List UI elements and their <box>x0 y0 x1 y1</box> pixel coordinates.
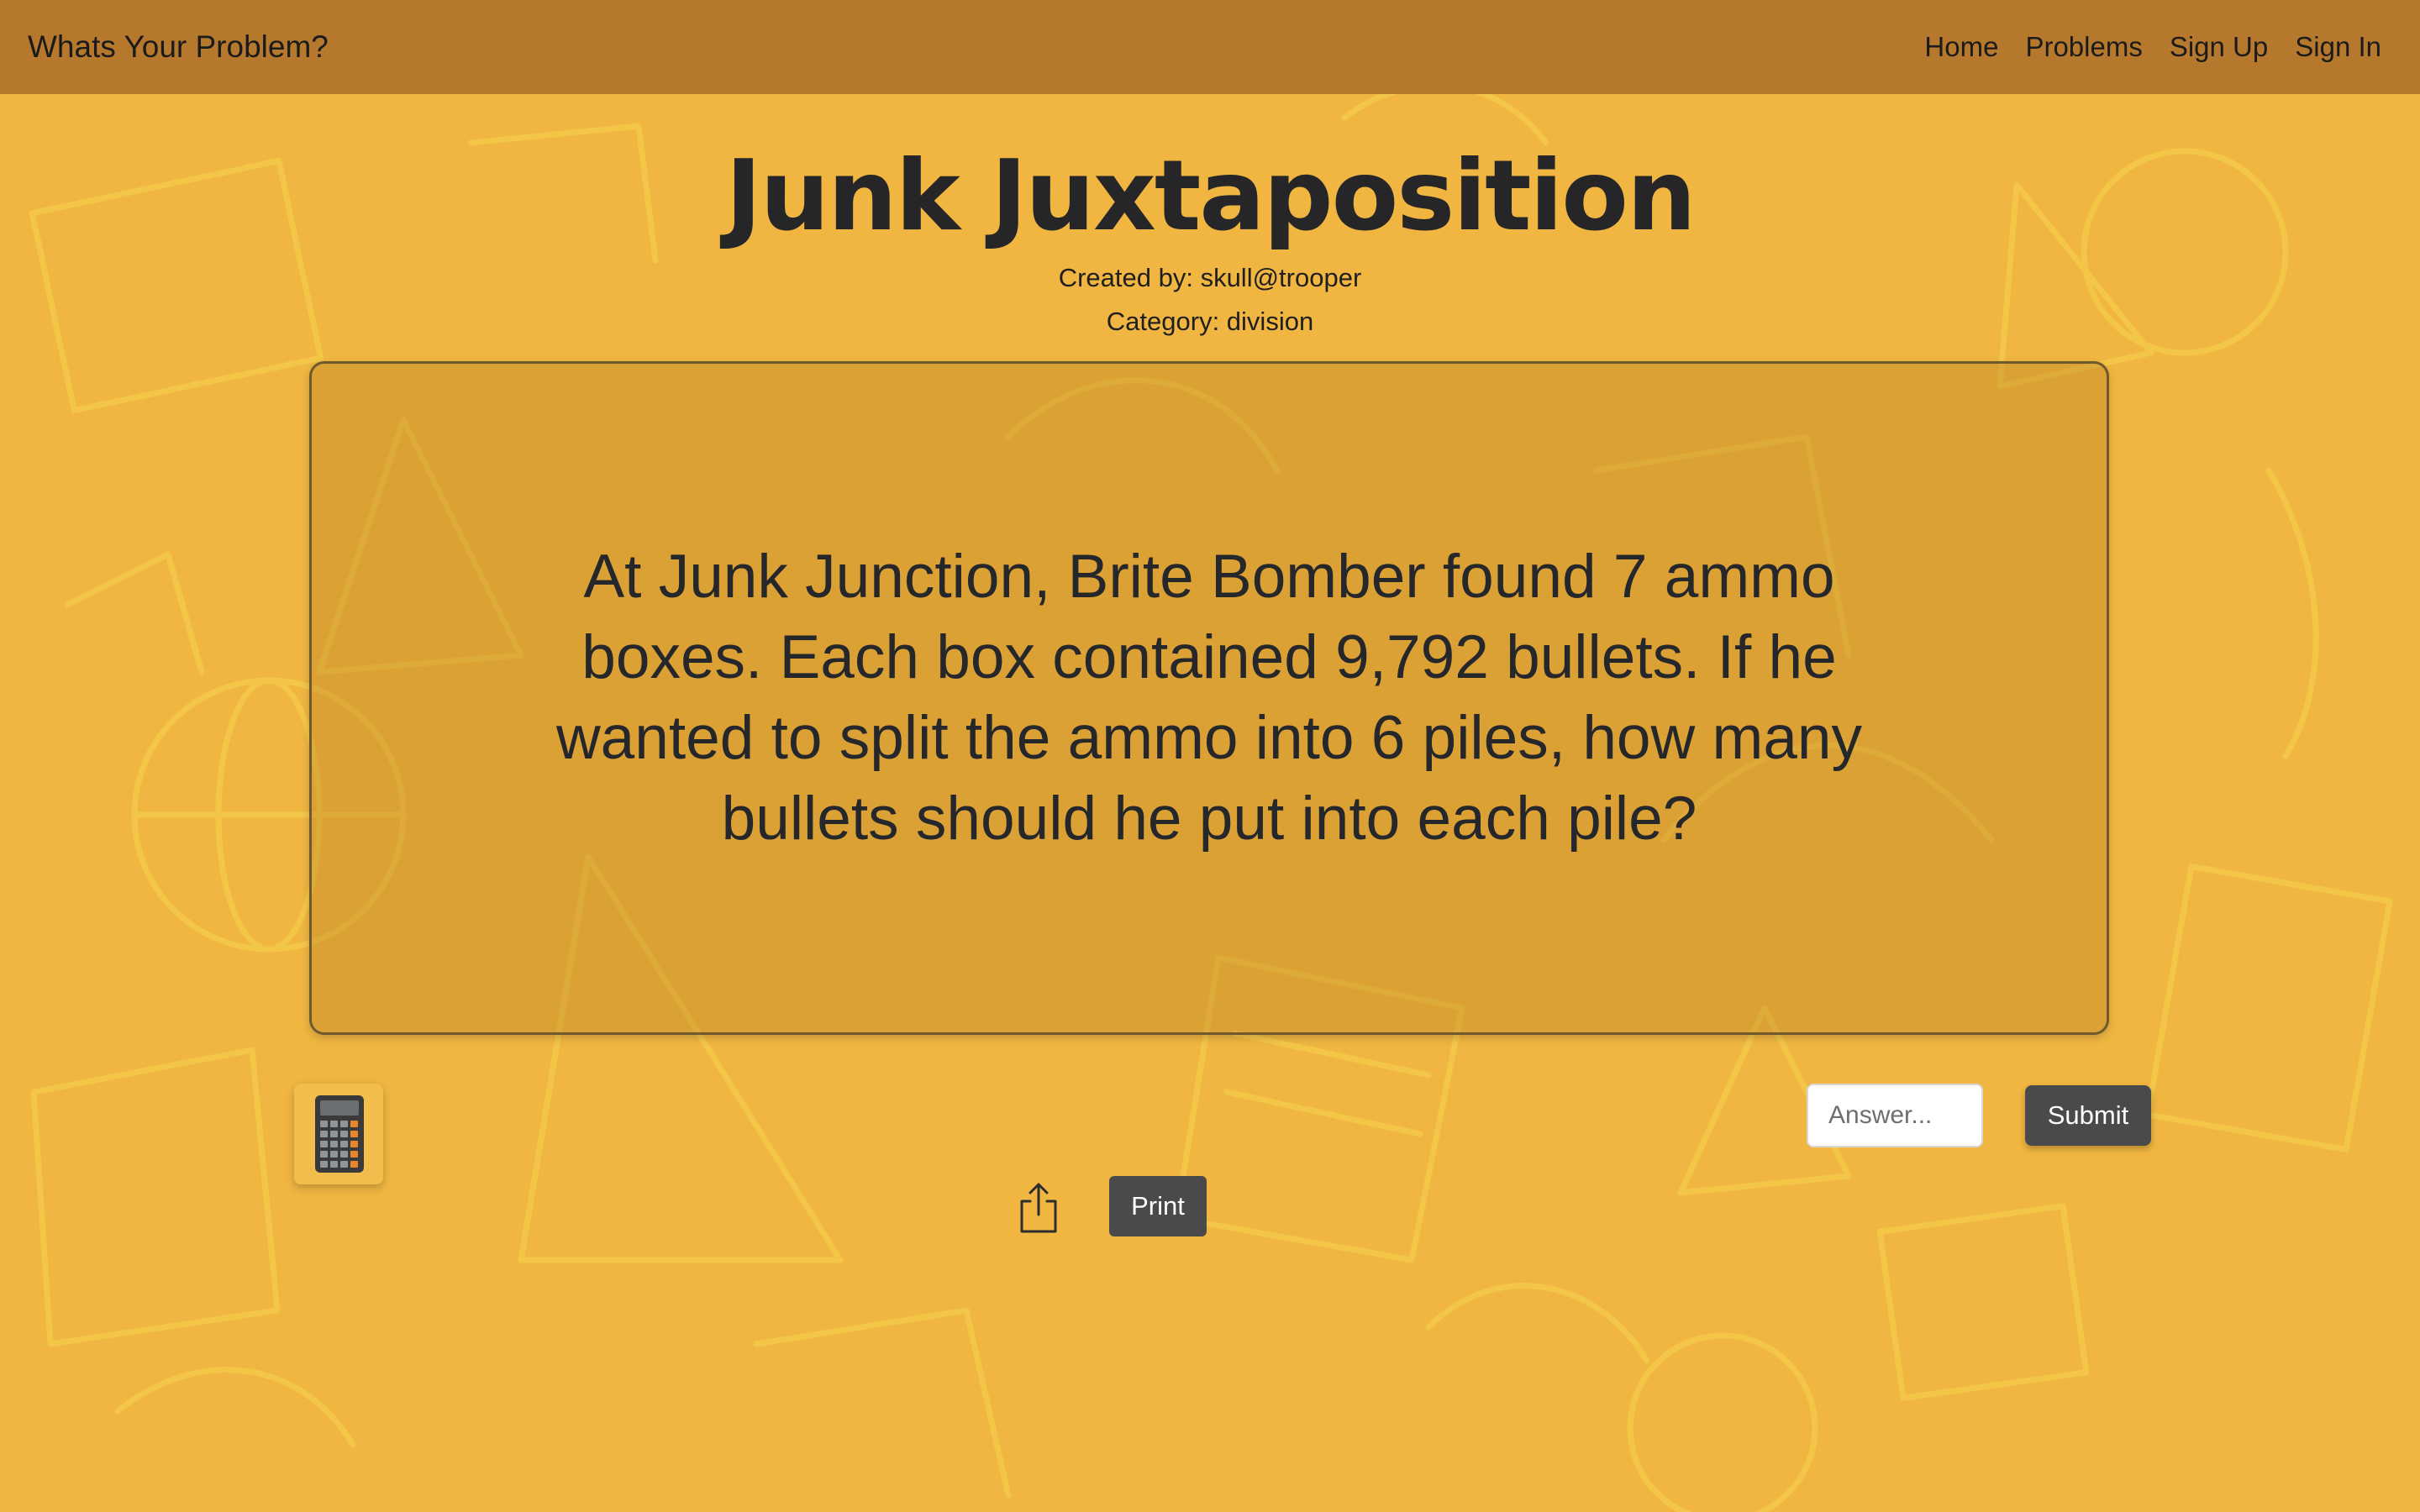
calculator-icon <box>315 1095 364 1173</box>
calculator-button[interactable] <box>294 1084 383 1184</box>
nav-home-link[interactable]: Home <box>1924 24 1998 71</box>
problem-title: Junk Juxtaposition <box>725 139 1696 253</box>
nav-problems-link[interactable]: Problems <box>2025 24 2142 71</box>
problem-text: At Junk Junction, Brite Bomber found 7 a… <box>555 543 1863 853</box>
answer-input[interactable] <box>1807 1084 1983 1147</box>
nav-links: Home Problems Sign Up Sign In <box>1924 24 2381 71</box>
share-button[interactable] <box>1013 1179 1064 1236</box>
top-navbar: Whats Your Problem? Home Problems Sign U… <box>0 0 2420 94</box>
share-icon <box>1020 1183 1057 1233</box>
nav-sign-in-link[interactable]: Sign In <box>2295 24 2381 71</box>
problem-card: At Junk Junction, Brite Bomber found 7 a… <box>309 361 2109 1035</box>
problem-creator: Created by: skull@trooper <box>1058 263 1362 292</box>
print-button[interactable]: Print <box>1109 1176 1207 1236</box>
submit-button[interactable]: Submit <box>2025 1085 2151 1146</box>
brand-link[interactable]: Whats Your Problem? <box>28 24 329 71</box>
problem-category: Category: division <box>1106 307 1314 336</box>
nav-sign-up-link[interactable]: Sign Up <box>2170 24 2268 71</box>
